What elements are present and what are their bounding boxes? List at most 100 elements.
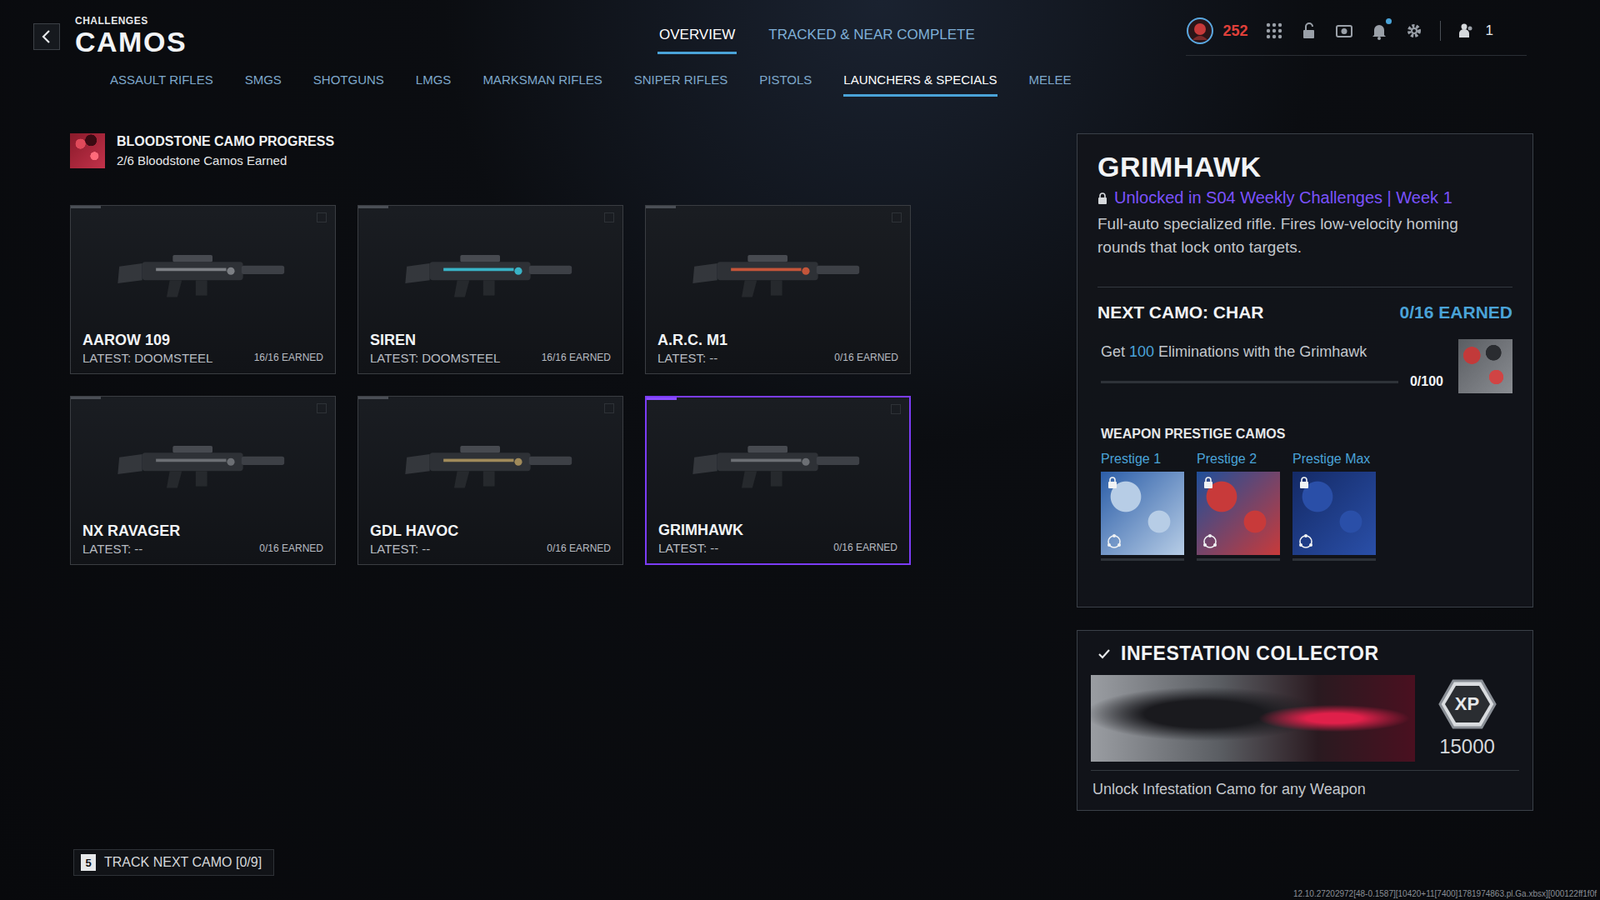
weapon-card[interactable]: NX RAVAGERLATEST: --0/16 EARNED [70, 395, 336, 565]
weapon-section: BLOODSTONE CAMO PROGRESS2/6 Bloodstone C… [70, 133, 911, 850]
prestige-progress-line [1100, 558, 1185, 561]
category-tab[interactable]: SMGS [245, 72, 282, 97]
gear-icon[interactable] [1405, 21, 1424, 40]
category-tab[interactable]: LAUNCHERS & SPECIALS [843, 72, 997, 97]
weapon-earned: 16/16 EARNED [541, 351, 611, 365]
track-next-camo-button[interactable]: 5 TRACK NEXT CAMO [0/9] [73, 849, 275, 876]
weapon-card[interactable]: AAROW 109LATEST: DOOMSTEEL 16/16 EARNED [70, 205, 336, 375]
build-version: 12.10.27202972[48-0.1587][10420+11[7400]… [1293, 889, 1597, 899]
prestige-progress-line [1292, 558, 1376, 561]
lock-icon [1299, 476, 1310, 489]
challenge-text: Get 100 Eliminations with the Grimhawk [1100, 343, 1444, 361]
category-tab[interactable]: LMGS [415, 72, 452, 97]
next-camo-row: NEXT CAMO: CHAR0/16 EARNED [1097, 302, 1513, 323]
weapon-earned: 0/16 EARNED [833, 541, 898, 555]
category-tab[interactable]: SHOTGUNS [313, 72, 385, 97]
category-tab[interactable]: MELEE [1029, 72, 1072, 97]
weapon-icon [399, 238, 583, 309]
lock-icon [1097, 192, 1108, 205]
category-tabs: ASSAULT RIFLES SMGS SHOTGUNS LMGS MARKSMAN R… [0, 57, 1600, 97]
card-corner-mark [604, 212, 615, 223]
bell-icon [1370, 21, 1389, 40]
prestige-icon [1105, 533, 1123, 550]
nav-tab[interactable]: OVERVIEW [657, 21, 737, 55]
prestige-camos: Prestige 1 Prestige 2Prestige Max [1097, 451, 1513, 561]
weapon-card[interactable]: GDL HAVOCLATEST: --0/16 EARNED [357, 395, 624, 565]
category-tab[interactable]: MARKSMAN RIFLES [482, 72, 602, 97]
player-avatar-icon[interactable] [1185, 16, 1215, 45]
main-nav: OVERVIEW TRACKED & NEAR COMPLETE [657, 21, 1186, 58]
weapon-icon [686, 429, 870, 500]
bloodstone-count: 2/6 Bloodstone Camos Earned [116, 153, 335, 168]
chevron-left-icon [40, 29, 53, 45]
party-count: 1 [1485, 22, 1527, 40]
weapon-name: GDL HAVOC [370, 522, 459, 540]
main-content: BLOODSTONE CAMO PROGRESS2/6 Bloodstone C… [0, 96, 1600, 850]
nav-tab[interactable]: TRACKED & NEAR COMPLETE [766, 21, 977, 55]
footer: 5 TRACK NEXT CAMO [0/9] 12.10.27202972[48-… [0, 849, 1600, 900]
weapon-card[interactable]: GRIMHAWKLATEST: -- 0/16 EARNED [645, 395, 911, 565]
card-marker [646, 397, 677, 400]
unlock-text[interactable]: Unlocked in S04 Weekly Challenges | Week… [1114, 188, 1453, 208]
card-info: AAROW 109LATEST: DOOMSTEEL [82, 331, 213, 365]
card-footer: SIRENLATEST: DOOMSTEEL 16/16 EARNED [370, 331, 611, 365]
reward-description: Unlock Infestation Camo for any Weapon [1090, 770, 1520, 799]
prestige-title: WEAPON PRESTIGE CAMOS [1097, 426, 1513, 442]
weapon-grid: AAROW 109LATEST: DOOMSTEEL16/16 EARNEDSI… [70, 205, 911, 565]
category-tab[interactable]: PISTOLS [759, 72, 812, 97]
weapon-latest-camo: LATEST: -- [657, 350, 728, 365]
card-info: GRIMHAWKLATEST: -- [658, 521, 744, 555]
category-tab[interactable]: ASSAULT RIFLES [110, 72, 214, 97]
challenge-progress-bar [1100, 380, 1399, 384]
title-area: CHALLENGESCAMOS [33, 15, 658, 58]
card-marker [70, 396, 101, 400]
player-level: 252 [1222, 22, 1248, 40]
card-info: A.R.C. M1LATEST: -- [657, 331, 728, 365]
prestige-camo[interactable]: Prestige 2 [1196, 451, 1280, 561]
card-corner-mark [316, 403, 327, 414]
weapon-image [82, 405, 324, 523]
weapon-latest-camo: LATEST: DOOMSTEEL [370, 350, 500, 365]
back-button[interactable] [33, 23, 60, 50]
track-label: TRACK NEXT CAMO [0/9] [104, 855, 262, 870]
weapon-card[interactable]: A.R.C. M1LATEST: --0/16 EARNED [645, 205, 911, 375]
status-bar: 252 1 [1185, 16, 1527, 56]
prestige-progress-line [1196, 558, 1280, 561]
lock-icon [1203, 476, 1214, 489]
party-icon[interactable] [1457, 21, 1476, 40]
reward-image [1090, 675, 1415, 762]
card-marker [645, 205, 676, 209]
notifications-button[interactable] [1370, 21, 1389, 40]
weapon-card[interactable]: SIRENLATEST: DOOMSTEEL 16/16 EARNED [357, 205, 624, 375]
weapon-latest-camo: LATEST: -- [82, 541, 180, 556]
weapon-icon [399, 429, 583, 500]
category-tab[interactable]: SNIPER RIFLES [634, 72, 729, 97]
card-info: SIRENLATEST: DOOMSTEEL [370, 331, 500, 365]
prestige-label: Prestige 1 [1100, 451, 1185, 467]
card-info: NX RAVAGERLATEST: -- [82, 522, 180, 556]
prestige-icon [1201, 533, 1219, 550]
card-marker [70, 205, 101, 209]
unlock-info: Unlocked in S04 Weekly Challenges | Week… [1097, 188, 1513, 208]
weapon-earned: 16/16 EARNED [254, 351, 324, 365]
weapon-image [82, 214, 324, 332]
prestige-camo[interactable]: Prestige Max [1292, 451, 1376, 561]
grid-menu-icon[interactable] [1265, 21, 1284, 40]
card-corner-mark [604, 403, 615, 414]
weapon-earned: 0/16 EARNED [546, 542, 611, 556]
weapon-icon [686, 238, 870, 309]
reward-header: INFESTATION COLLECTOR [1090, 640, 1520, 675]
prestige-camo-thumbnail [1196, 471, 1280, 555]
camos-screen: CHALLENGESCAMOSOVERVIEW TRACKED & NEAR CO… [0, 0, 1600, 900]
weapon-image [370, 214, 611, 332]
prestige-camo-thumbnail [1292, 471, 1376, 555]
prestige-icon [1297, 533, 1315, 550]
prestige-camo[interactable]: Prestige 1 [1100, 451, 1185, 561]
key-hint: 5 [80, 854, 96, 871]
weapon-name: NX RAVAGER [82, 522, 180, 540]
unlock-icon[interactable] [1300, 21, 1319, 40]
weapon-latest-camo: LATEST: -- [658, 540, 744, 555]
notification-dot [1385, 18, 1392, 25]
weapon-name: SIREN [370, 331, 500, 350]
screenshot-icon[interactable] [1335, 21, 1354, 40]
